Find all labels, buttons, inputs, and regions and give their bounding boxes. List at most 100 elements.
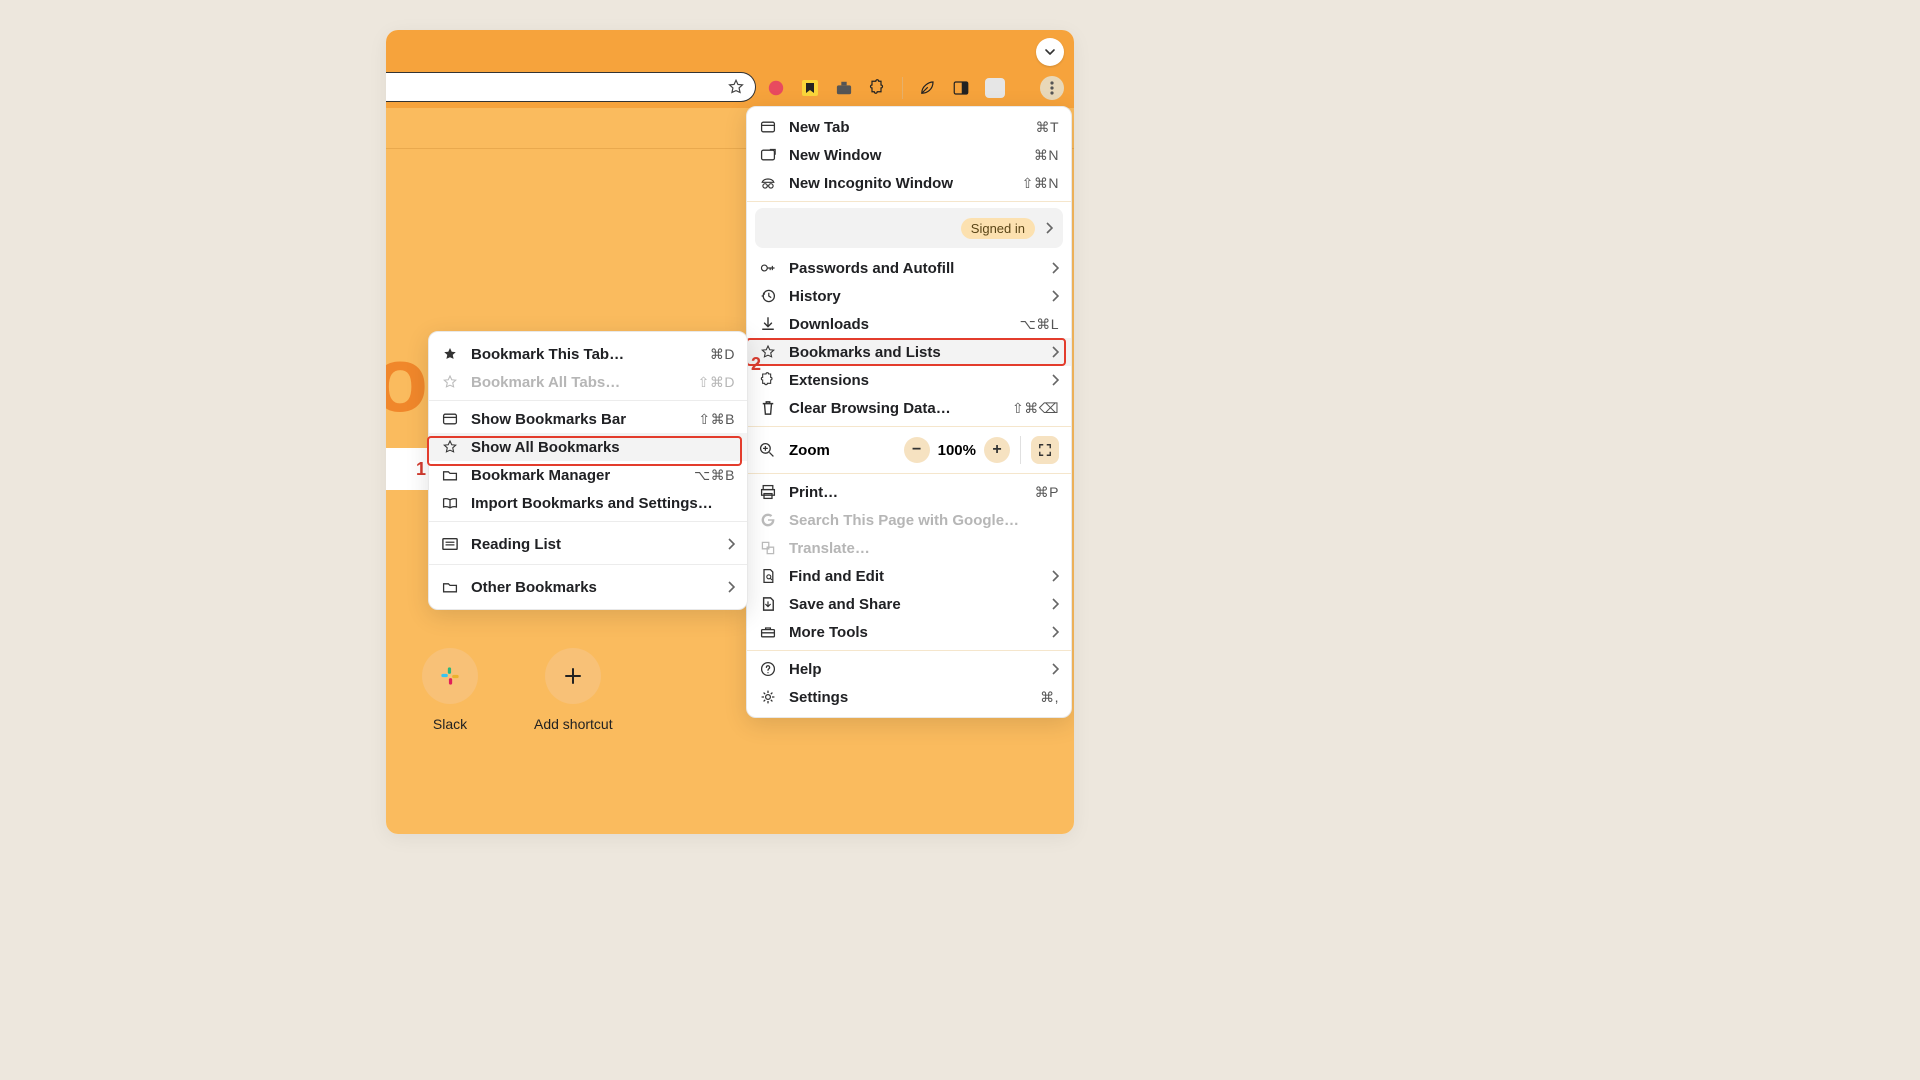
menu-label: History xyxy=(789,288,1039,305)
submenu-show-bar[interactable]: Show Bookmarks Bar ⇧⌘B xyxy=(429,405,747,433)
zoom-label: Zoom xyxy=(789,442,892,459)
incognito-icon xyxy=(759,176,777,190)
submenu-other-bookmarks[interactable]: Other Bookmarks xyxy=(429,573,747,601)
menu-shortcut: ⌘T xyxy=(1035,119,1059,136)
toolbar-icons xyxy=(766,76,1064,100)
menu-downloads[interactable]: Downloads ⌥⌘L xyxy=(747,310,1071,338)
menu-find-edit[interactable]: Find and Edit xyxy=(747,562,1071,590)
menu-shortcut: ⌘N xyxy=(1034,147,1059,164)
menu-new-tab[interactable]: New Tab ⌘T xyxy=(747,113,1071,141)
plus-icon xyxy=(545,648,601,704)
submenu-show-all[interactable]: Show All Bookmarks xyxy=(429,433,747,461)
shortcut-add[interactable]: Add shortcut xyxy=(534,648,613,732)
document-search-icon xyxy=(759,568,777,584)
menu-shortcut: ⌘D xyxy=(710,346,735,363)
expand-tabs-button[interactable] xyxy=(1036,38,1064,66)
shortcut-slack[interactable]: Slack xyxy=(422,648,478,732)
gear-icon xyxy=(759,689,777,705)
fullscreen-button[interactable] xyxy=(1031,436,1059,464)
leaf-icon[interactable] xyxy=(917,78,937,98)
menu-label: Bookmarks and Lists xyxy=(789,344,1039,361)
menu-clear-data[interactable]: Clear Browsing Data… ⇧⌘⌫ xyxy=(747,394,1071,422)
zoom-out-button[interactable]: − xyxy=(904,437,930,463)
divider xyxy=(1020,436,1021,464)
menu-settings[interactable]: Settings ⌘, xyxy=(747,683,1071,711)
submenu-manager[interactable]: Bookmark Manager ⌥⌘B xyxy=(429,461,747,489)
menu-search-page: Search This Page with Google… xyxy=(747,506,1071,534)
menu-label: Other Bookmarks xyxy=(471,579,715,596)
save-icon xyxy=(759,596,777,612)
puzzle-icon xyxy=(759,372,777,388)
extension-icon-2[interactable] xyxy=(800,78,820,98)
menu-label: Help xyxy=(789,661,1039,678)
address-bar[interactable] xyxy=(386,72,756,102)
signed-in-badge: Signed in xyxy=(961,218,1035,239)
submenu-reading-list[interactable]: Reading List xyxy=(429,530,747,558)
tab-strip xyxy=(386,30,1074,68)
submenu-bookmark-all: Bookmark All Tabs… ⇧⌘D xyxy=(429,368,747,396)
menu-label: Bookmark All Tabs… xyxy=(471,374,686,391)
chevron-right-icon xyxy=(1051,346,1059,358)
shortcut-label: Slack xyxy=(433,716,467,732)
menu-shortcut: ⇧⌘⌫ xyxy=(1012,400,1059,417)
menu-label: Print… xyxy=(789,484,1023,501)
chevron-right-icon xyxy=(727,581,735,593)
overflow-menu: New Tab ⌘T New Window ⌘N New Incognito W… xyxy=(746,106,1072,718)
submenu-import[interactable]: Import Bookmarks and Settings… xyxy=(429,489,747,517)
new-tab-icon xyxy=(759,120,777,134)
menu-passwords[interactable]: Passwords and Autofill xyxy=(747,254,1071,282)
menu-history[interactable]: History xyxy=(747,282,1071,310)
menu-bookmarks-and-lists[interactable]: Bookmarks and Lists xyxy=(747,338,1071,366)
menu-label: Settings xyxy=(789,689,1028,706)
menu-save-share[interactable]: Save and Share xyxy=(747,590,1071,618)
screenshot-card: ogl 1 Slack Add short xyxy=(386,30,1074,834)
menu-label: New Window xyxy=(789,147,1022,164)
book-icon xyxy=(441,496,459,510)
google-g-icon xyxy=(759,512,777,528)
extension-icon-1[interactable] xyxy=(766,78,786,98)
menu-label: Clear Browsing Data… xyxy=(789,400,1000,417)
chevron-right-icon xyxy=(1051,626,1059,638)
menu-help[interactable]: Help xyxy=(747,655,1071,683)
account-row[interactable]: Signed in xyxy=(755,208,1063,248)
star-icon xyxy=(759,344,777,360)
profile-avatar[interactable] xyxy=(985,78,1005,98)
menu-label: Search This Page with Google… xyxy=(789,512,1059,529)
folder-icon xyxy=(441,580,459,594)
zoom-value: 100% xyxy=(938,442,976,459)
menu-label: Reading List xyxy=(471,536,715,553)
menu-separator xyxy=(747,201,1071,202)
menu-new-window[interactable]: New Window ⌘N xyxy=(747,141,1071,169)
submenu-bookmark-tab[interactable]: Bookmark This Tab… ⌘D xyxy=(429,340,747,368)
extensions-puzzle-icon[interactable] xyxy=(868,78,888,98)
folder-star-icon xyxy=(441,468,459,482)
menu-zoom: Zoom − 100% + xyxy=(747,427,1071,473)
sidepanel-icon[interactable] xyxy=(951,78,971,98)
overflow-menu-button[interactable] xyxy=(1040,76,1064,100)
download-icon xyxy=(759,316,777,332)
chevron-right-icon xyxy=(1051,374,1059,386)
menu-extensions[interactable]: Extensions xyxy=(747,366,1071,394)
menu-shortcut: ⇧⌘N xyxy=(1022,175,1059,192)
bookmark-star-icon[interactable] xyxy=(727,78,745,96)
zoom-in-button[interactable]: + xyxy=(984,437,1010,463)
menu-shortcut: ⇧⌘B xyxy=(698,411,735,428)
toolbar-separator xyxy=(902,77,903,99)
menu-label: Show All Bookmarks xyxy=(471,439,735,456)
history-icon xyxy=(759,288,777,304)
shortcut-label: Add shortcut xyxy=(534,716,613,732)
chevron-right-icon xyxy=(1051,570,1059,582)
menu-translate: Translate… xyxy=(747,534,1071,562)
slack-icon xyxy=(422,648,478,704)
menu-new-incognito[interactable]: New Incognito Window ⇧⌘N xyxy=(747,169,1071,197)
new-window-icon xyxy=(759,148,777,162)
menu-label: New Incognito Window xyxy=(789,175,1010,192)
menu-label: More Tools xyxy=(789,624,1039,641)
extension-icon-3[interactable] xyxy=(834,78,854,98)
menu-label: New Tab xyxy=(789,119,1023,136)
menu-shortcut: ⌥⌘L xyxy=(1020,316,1059,333)
menu-label: Find and Edit xyxy=(789,568,1039,585)
menu-more-tools[interactable]: More Tools xyxy=(747,618,1071,646)
menu-print[interactable]: Print… ⌘P xyxy=(747,478,1071,506)
bookmarks-submenu: 2 Bookmark This Tab… ⌘D Bookmark All Tab… xyxy=(428,331,748,610)
